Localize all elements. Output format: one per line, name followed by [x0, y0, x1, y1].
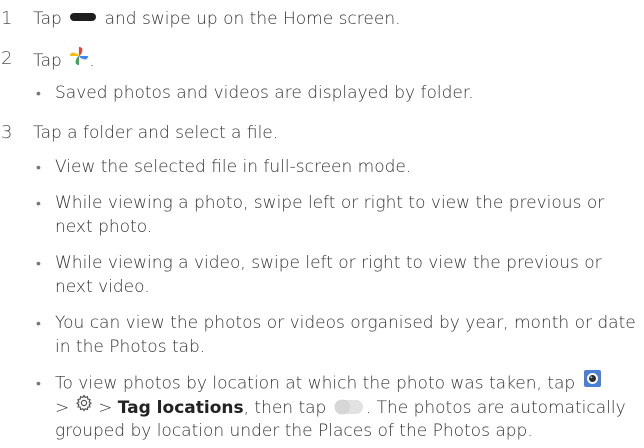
bullet-dot: • [36, 160, 41, 176]
bullet-dot: • [36, 86, 41, 102]
gt-separator: > [98, 398, 113, 418]
bullet-location-line1: To view photos by location at which the … [55, 370, 601, 395]
photos-pinwheel-icon [69, 46, 89, 72]
bullet-dot: • [36, 316, 41, 332]
bullet-location-tail: , then tap [243, 398, 327, 418]
bullet-dot: • [36, 256, 41, 272]
bullet-organised-line1: You can view the photos or videos organi… [55, 313, 636, 333]
step-number: 2 [1, 48, 13, 69]
gear-icon [75, 394, 93, 418]
step-number: 3 [1, 122, 13, 143]
step-1-before: Tap [33, 9, 62, 29]
step-2-text: Tap . [33, 46, 95, 74]
step-1-text: Tap and swipe up on the Home screen. [33, 8, 401, 30]
bullet-photo-swipe-line2: next photo. [55, 217, 153, 237]
home-pill-icon [70, 13, 97, 21]
tag-locations-label: Tag locations [117, 398, 244, 418]
bullet-video-swipe-line1: While viewing a video, swipe left or rig… [55, 253, 602, 273]
bullet-saved-photos: Saved photos and videos are displayed by… [55, 83, 474, 103]
step-1-after: and swipe up on the Home screen. [104, 9, 401, 29]
bullet-location-line2: > > Tag locations, then tap . The photos… [55, 394, 626, 420]
bullet-full-screen: View the selected file in full-screen mo… [55, 157, 412, 177]
bullet-location-text: To view photos by location at which the … [55, 373, 576, 394]
toggle-switch-icon [334, 400, 363, 414]
bullet-dot: • [36, 196, 41, 212]
bullet-location-line3: grouped by location under the Places of … [55, 421, 533, 441]
gt-separator: > [55, 398, 70, 418]
bullet-dot: • [36, 376, 41, 392]
bullet-video-swipe-line2: next video. [55, 277, 150, 297]
step-2-before: Tap [33, 51, 62, 71]
manual-page: 1 Tap and swipe up on the Home screen. 2… [0, 0, 644, 448]
step-3-text: Tap a folder and select a file. [33, 123, 279, 143]
camera-lens-icon [583, 370, 601, 393]
step-2-after: . [89, 51, 95, 71]
bullet-location-end: . The photos are automatically [365, 398, 626, 418]
bullet-organised-line2: in the Photos tab. [55, 337, 206, 357]
bullet-photo-swipe-line1: While viewing a photo, swipe left or rig… [55, 193, 605, 213]
step-number: 1 [1, 8, 13, 29]
